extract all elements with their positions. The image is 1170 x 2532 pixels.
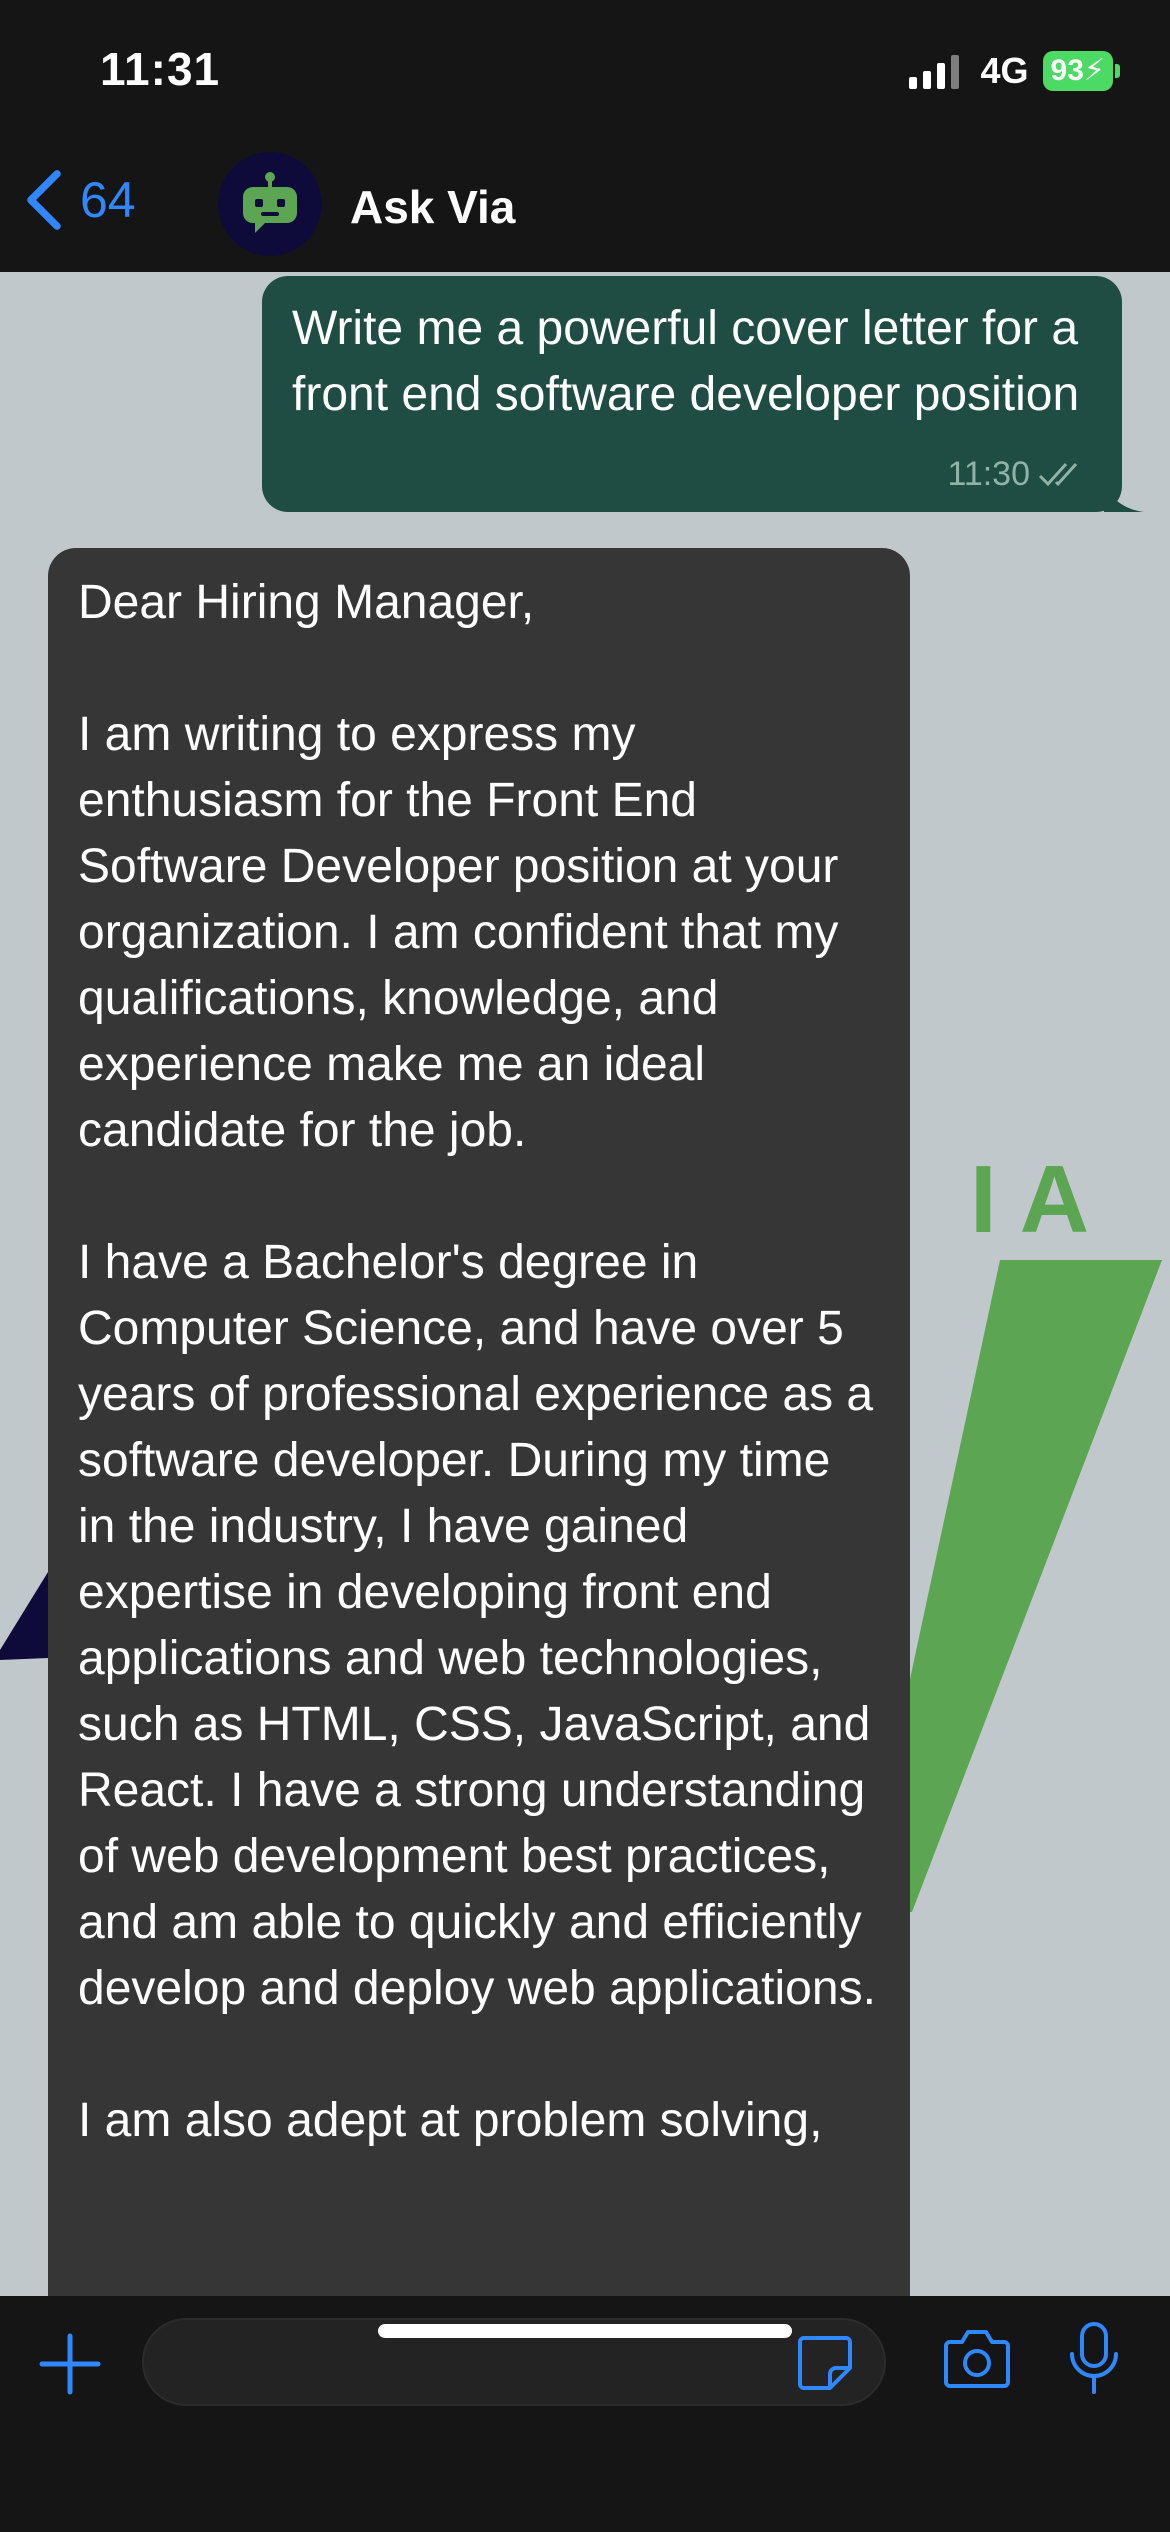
watermark-letters: I A	[970, 1146, 1089, 1253]
message-time: 11:30	[947, 455, 1030, 493]
battery-icon: 93⚡	[1042, 51, 1120, 91]
back-button[interactable]: 64	[22, 168, 136, 232]
chat-avatar[interactable]	[218, 152, 322, 256]
back-unread-count: 64	[80, 172, 136, 228]
double-check-icon	[1038, 462, 1078, 486]
plus-icon[interactable]	[38, 2332, 102, 2396]
chevron-left-icon	[27, 170, 61, 230]
message-paragraph: I am writing to express my enthusiasm fo…	[78, 708, 839, 1157]
status-indicators: 4G 93⚡	[908, 50, 1120, 92]
home-indicator	[378, 2324, 792, 2338]
network-type: 4G	[980, 50, 1029, 91]
signal-icon	[908, 53, 959, 89]
message-paragraph: I have a Bachelor's degree in Computer S…	[78, 1236, 876, 2015]
message-meta: 11:30	[947, 455, 1086, 494]
incoming-message-bubble[interactable]: Dear Hiring Manager, I am writing to exp…	[48, 548, 910, 2368]
top-bar: 11:31 4G 93⚡ 64 Ask Via	[0, 0, 1170, 272]
message-paragraph: Dear Hiring Manager,	[78, 576, 535, 629]
status-time: 11:31	[100, 43, 221, 95]
outgoing-message-text: Write me a powerful cover letter for a f…	[292, 302, 1080, 421]
camera-icon[interactable]	[942, 2326, 1012, 2390]
bubble-tail	[1104, 482, 1144, 512]
chat-title[interactable]: Ask Via	[350, 180, 515, 234]
microphone-icon[interactable]	[1066, 2320, 1122, 2398]
outgoing-message-bubble[interactable]: Write me a powerful cover letter for a f…	[262, 276, 1144, 512]
robot-icon	[243, 172, 297, 233]
battery-level: 93	[1050, 54, 1084, 87]
watermark-dark-shape	[0, 1572, 48, 1660]
sticker-icon[interactable]	[796, 2334, 854, 2392]
message-paragraph: I am also adept at problem solving,	[78, 2094, 823, 2147]
